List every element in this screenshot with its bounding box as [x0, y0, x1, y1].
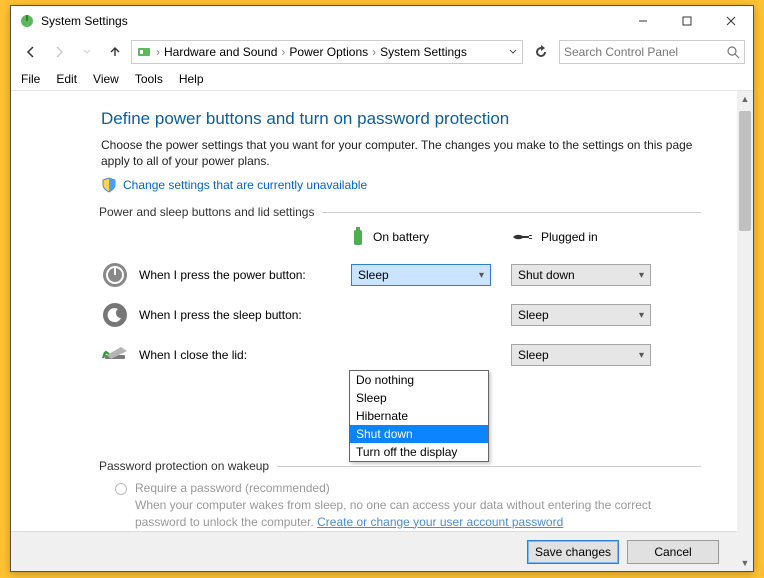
menu-view[interactable]: View	[91, 70, 121, 88]
power-battery-dropdown[interactable]: Do nothing Sleep Hibernate Shut down Tur…	[349, 370, 489, 462]
content: Define power buttons and turn on passwor…	[11, 91, 737, 531]
minimize-button[interactable]	[621, 7, 665, 36]
select-lid-ac-value: Sleep	[518, 348, 549, 362]
titlebar: System Settings	[11, 6, 753, 36]
select-power-battery[interactable]: Sleep ▾	[351, 264, 491, 286]
breadcrumb-dropdown-icon[interactable]	[508, 47, 518, 57]
scroll-up-button[interactable]: ▲	[737, 91, 753, 107]
sleep-icon	[101, 301, 129, 329]
col-on-battery-label: On battery	[373, 230, 429, 244]
search-placeholder: Search Control Panel	[564, 45, 678, 59]
menu-edit[interactable]: Edit	[54, 70, 79, 88]
section-power-sleep-label: Power and sleep buttons and lid settings	[99, 205, 314, 219]
section-power-sleep-header: Power and sleep buttons and lid settings	[99, 205, 701, 219]
battery-icon	[351, 227, 365, 247]
section-password-label: Password protection on wakeup	[99, 459, 269, 473]
vertical-scrollbar[interactable]: ▲ ▼	[737, 91, 753, 571]
menu-file[interactable]: File	[19, 70, 42, 88]
change-settings-link[interactable]: Change settings that are currently unava…	[123, 178, 367, 192]
select-sleep-ac-value: Sleep	[518, 308, 549, 322]
control-panel-icon	[136, 44, 152, 60]
dropdown-option-sleep[interactable]: Sleep	[350, 389, 488, 407]
radio-icon	[115, 483, 127, 495]
breadcrumb[interactable]: › Hardware and Sound › Power Options › S…	[131, 40, 523, 64]
breadcrumb-system-settings[interactable]: System Settings	[380, 45, 467, 59]
scroll-down-button[interactable]: ▼	[737, 555, 753, 571]
chevron-down-icon: ▾	[479, 270, 484, 281]
scrollbar-thumb[interactable]	[739, 111, 751, 231]
divider	[277, 466, 701, 467]
breadcrumb-power[interactable]: Power Options	[289, 45, 368, 59]
select-lid-ac[interactable]: Sleep ▾	[511, 344, 651, 366]
col-plugged-in-label: Plugged in	[541, 230, 598, 244]
dropdown-option-hibernate[interactable]: Hibernate	[350, 407, 488, 425]
column-headers: On battery Plugged in	[101, 227, 701, 247]
chevron-right-icon: ›	[154, 45, 162, 59]
recent-dropdown-button[interactable]	[75, 40, 99, 64]
close-button[interactable]	[709, 7, 753, 36]
breadcrumb-hardware[interactable]: Hardware and Sound	[164, 45, 277, 59]
up-button[interactable]	[103, 40, 127, 64]
power-icon	[101, 261, 129, 289]
search-icon	[727, 46, 740, 59]
row-power-button: When I press the power button: Sleep ▾ S…	[101, 255, 701, 295]
forward-button[interactable]	[47, 40, 71, 64]
refresh-button[interactable]	[527, 40, 555, 64]
content-area: Define power buttons and turn on passwor…	[11, 90, 753, 571]
select-sleep-ac[interactable]: Sleep ▾	[511, 304, 651, 326]
shield-icon	[101, 177, 117, 193]
menu-help[interactable]: Help	[177, 70, 206, 88]
change-settings-row: Change settings that are currently unava…	[101, 177, 701, 193]
row-sleep-label: When I press the sleep button:	[139, 308, 302, 322]
app-icon	[19, 13, 35, 29]
search-input[interactable]: Search Control Panel	[559, 40, 745, 64]
radio-require-password-desc: When your computer wakes from sleep, no …	[101, 497, 701, 531]
page-title: Define power buttons and turn on passwor…	[101, 109, 701, 129]
dropdown-option-do-nothing[interactable]: Do nothing	[350, 371, 488, 389]
cancel-button[interactable]: Cancel	[627, 540, 719, 564]
col-on-battery: On battery	[351, 227, 511, 247]
row-power-label: When I press the power button:	[139, 268, 306, 282]
create-password-link[interactable]: Create or change your user account passw…	[317, 515, 563, 529]
dropdown-option-turn-off-display[interactable]: Turn off the display	[350, 443, 488, 461]
maximize-button[interactable]	[665, 7, 709, 36]
col-plugged-in: Plugged in	[511, 227, 671, 247]
plug-icon	[511, 230, 533, 244]
chevron-down-icon: ▾	[639, 310, 644, 321]
chevron-down-icon: ▾	[639, 270, 644, 281]
chevron-right-icon: ›	[279, 45, 287, 59]
row-sleep-button: When I press the sleep button: Sleep ▾	[101, 295, 701, 335]
select-power-battery-value: Sleep	[358, 268, 389, 282]
menubar: File Edit View Tools Help	[11, 68, 753, 90]
divider	[322, 212, 701, 213]
footer: Save changes Cancel	[11, 531, 737, 571]
chevron-right-icon: ›	[370, 45, 378, 59]
nav-row: › Hardware and Sound › Power Options › S…	[11, 36, 753, 68]
radio-require-password-label: Require a password (recommended)	[135, 481, 330, 495]
back-button[interactable]	[19, 40, 43, 64]
window-title: System Settings	[41, 14, 128, 28]
dropdown-option-shut-down[interactable]: Shut down	[350, 425, 488, 443]
select-power-ac-value: Shut down	[518, 268, 575, 282]
menu-tools[interactable]: Tools	[133, 70, 165, 88]
laptop-lid-icon	[101, 341, 129, 369]
row-lid-label: When I close the lid:	[139, 348, 247, 362]
select-power-ac[interactable]: Shut down ▾	[511, 264, 651, 286]
system-settings-window: System Settings › Hardware and Sound › P…	[10, 5, 754, 572]
chevron-down-icon: ▾	[639, 350, 644, 361]
save-changes-button[interactable]: Save changes	[527, 540, 619, 564]
page-description: Choose the power settings that you want …	[101, 137, 701, 169]
radio-require-password: Require a password (recommended)	[115, 481, 701, 495]
